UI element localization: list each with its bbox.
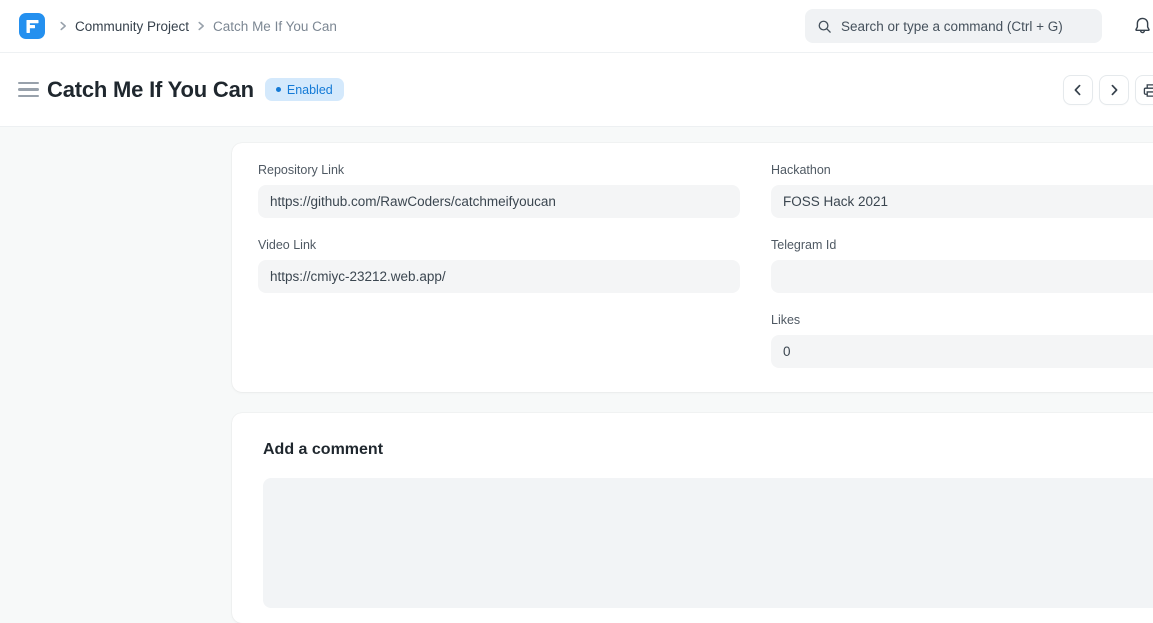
page-title: Catch Me If You Can [47,77,254,103]
printer-icon [1143,83,1153,98]
chevron-right-icon [58,21,68,31]
chevron-left-icon [1072,84,1084,96]
global-search[interactable] [805,9,1102,43]
notifications-button[interactable] [1133,16,1152,36]
field-repository-link: Repository Link [258,163,740,218]
next-document-button[interactable] [1099,75,1129,105]
hackathon-input[interactable] [771,185,1153,218]
search-input[interactable] [841,19,1090,34]
page-header: Catch Me If You Can Enabled [0,53,1153,127]
video-link-input[interactable] [258,260,740,293]
frappe-f-glyph [25,19,40,34]
field-hackathon: Hackathon [771,163,1153,218]
frappe-logo-icon[interactable] [19,13,45,39]
field-label: Telegram Id [771,238,1153,252]
breadcrumb-community-project[interactable]: Community Project [75,19,189,34]
form-column-right: Hackathon Telegram Id Likes [771,163,1153,388]
form-column-left: Repository Link Video Link [258,163,740,388]
field-label: Likes [771,313,1153,327]
status-dot-icon [276,87,281,92]
search-icon [817,19,832,34]
header-actions [1063,75,1153,105]
form-grid: Repository Link Video Link Hackathon Tel… [258,163,1153,388]
status-badge-label: Enabled [287,83,333,97]
comment-section-heading: Add a comment [263,441,1153,459]
sidebar-toggle-icon[interactable] [18,82,39,97]
chevron-right-icon [196,21,206,31]
field-telegram-id: Telegram Id [771,238,1153,293]
chevron-right-icon [1108,84,1120,96]
prev-document-button[interactable] [1063,75,1093,105]
field-label: Video Link [258,238,740,252]
likes-input[interactable] [771,335,1153,368]
status-badge: Enabled [265,78,344,101]
navbar: Community Project Catch Me If You Can [0,0,1153,53]
breadcrumb-current-doc[interactable]: Catch Me If You Can [213,19,337,34]
field-label: Hackathon [771,163,1153,177]
field-likes: Likes [771,313,1153,368]
field-video-link: Video Link [258,238,740,293]
telegram-id-input[interactable] [771,260,1153,293]
comment-input[interactable] [263,478,1153,608]
navbar-right [805,9,1153,43]
form-card: Repository Link Video Link Hackathon Tel… [232,143,1153,392]
field-label: Repository Link [258,163,740,177]
comment-card: Add a comment [232,413,1153,623]
print-button[interactable] [1135,75,1153,105]
bell-icon [1133,16,1152,36]
repository-link-input[interactable] [258,185,740,218]
